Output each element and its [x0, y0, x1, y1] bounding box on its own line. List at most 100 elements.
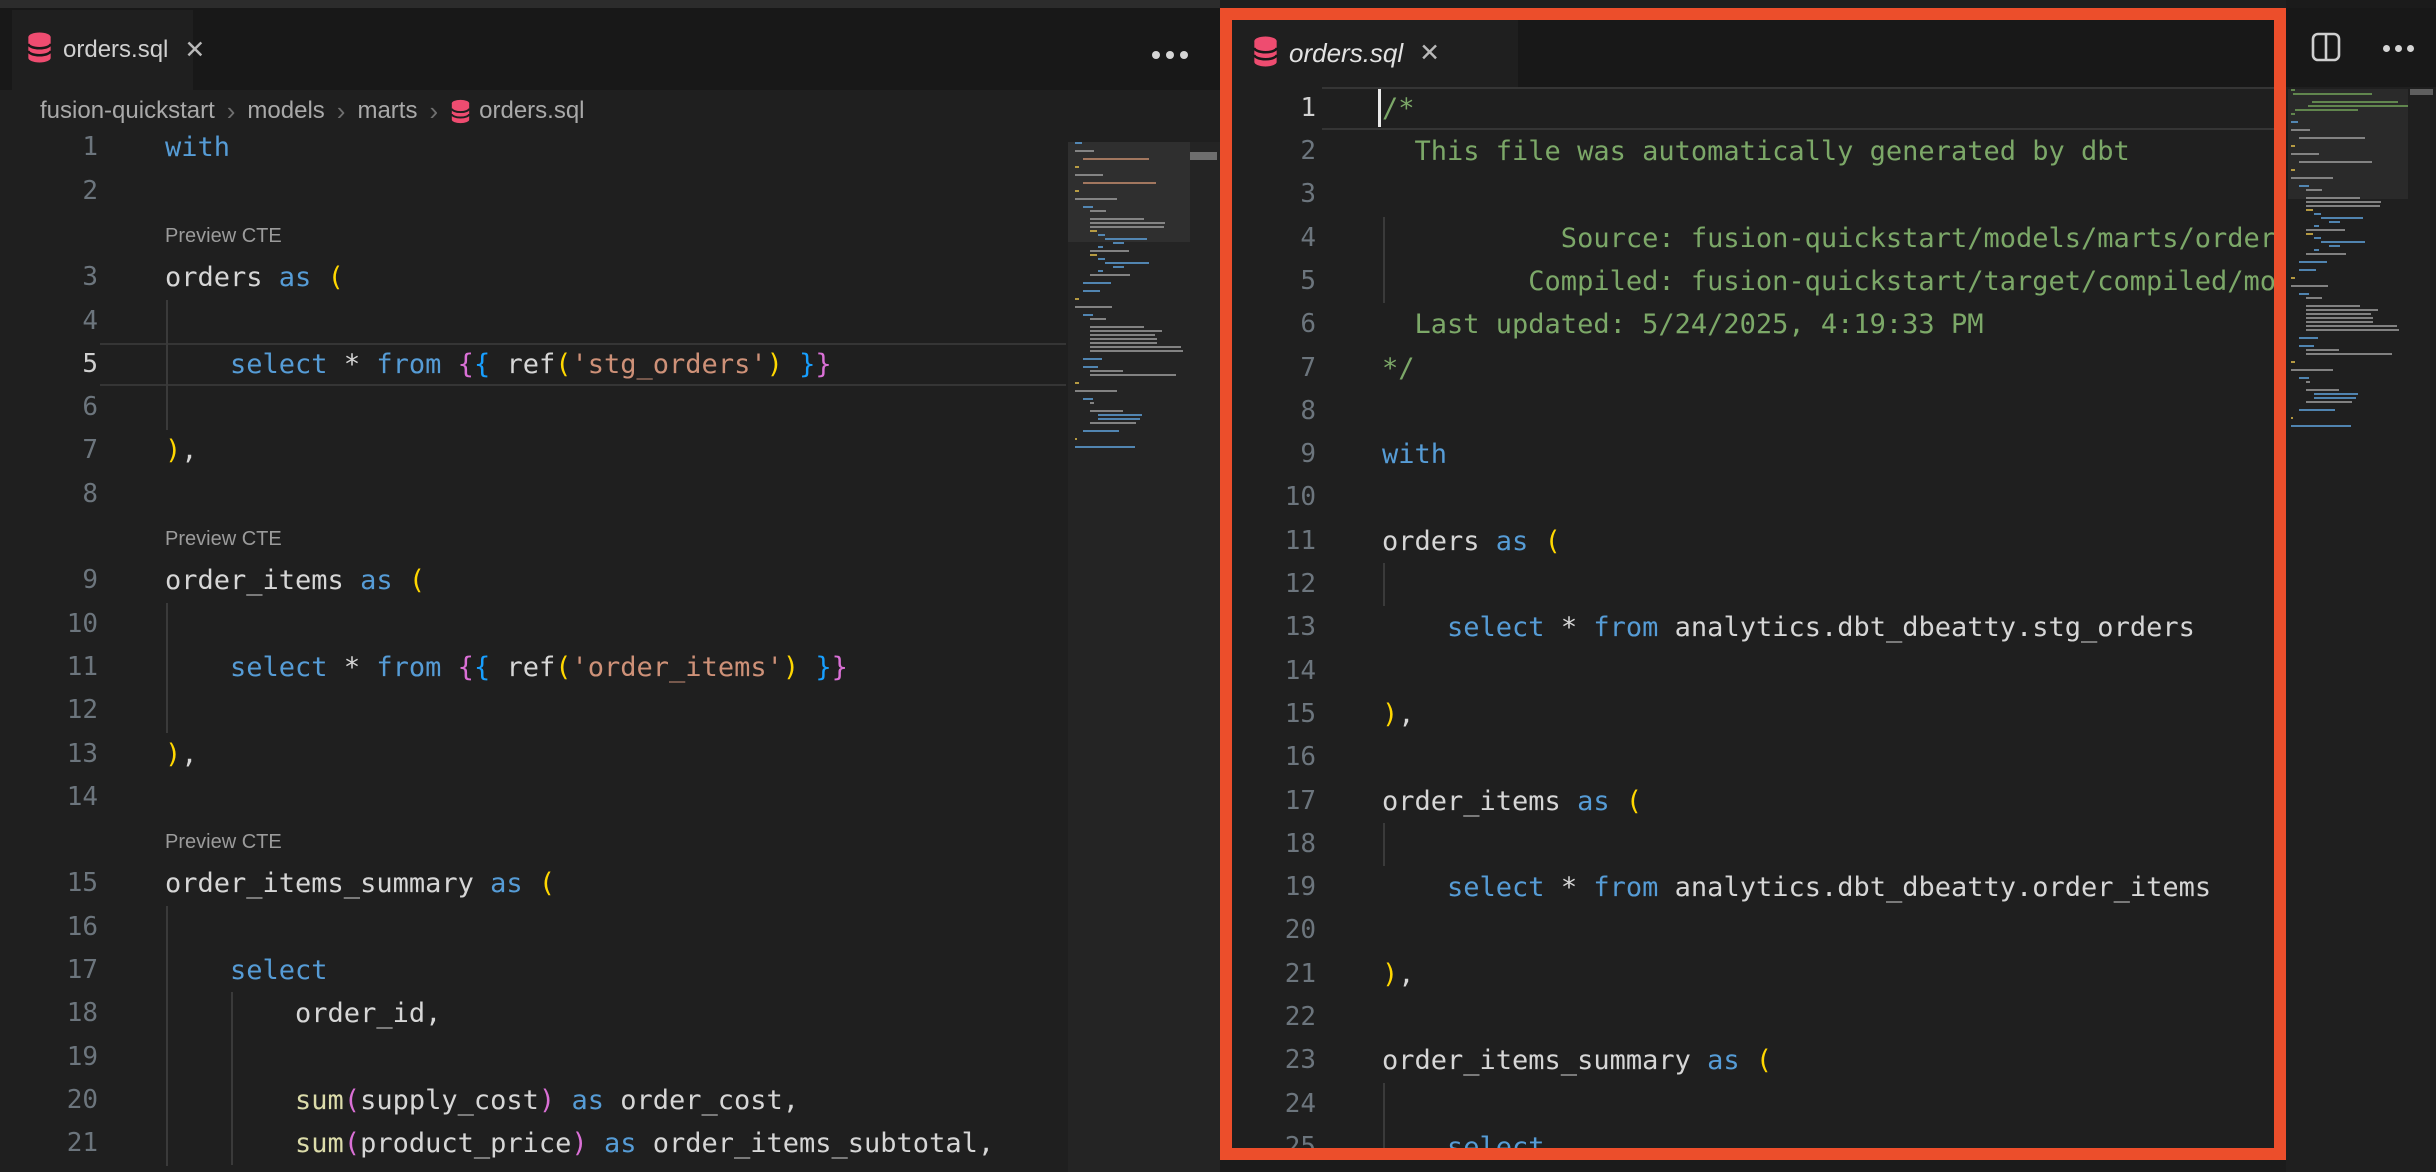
code-lens-preview-cte[interactable]: Preview CTE [165, 213, 282, 256]
minimap-line [2291, 285, 2328, 287]
code-line: 8 [1232, 390, 2274, 433]
code-line: 4 Source: fusion-quickstart/models/marts… [1232, 217, 2274, 260]
minimap-line [2312, 101, 2398, 103]
code-text: with [165, 126, 230, 169]
minimap-line [1105, 238, 1147, 240]
code-line: 14 [1232, 650, 2274, 693]
code-line: 22 [1232, 996, 2274, 1039]
code-text: Last updated: 5/24/2025, 4:19:33 PM [1382, 303, 1983, 346]
scrollbar-thumb[interactable] [1190, 152, 1217, 160]
minimap-line [1090, 422, 1136, 424]
code-line: 21), [1232, 953, 2274, 996]
line-number: 4 [1238, 217, 1316, 260]
minimap[interactable] [2288, 89, 2408, 439]
line-number: 19 [1238, 866, 1316, 909]
compiled-code-editor[interactable]: 1/*2 This file was automatically generat… [1232, 20, 2274, 1148]
code-line: 13), [0, 733, 1068, 776]
minimap-line [2306, 229, 2345, 231]
minimap-line [1090, 338, 1157, 340]
code-text: ), [1382, 693, 1415, 736]
minimap-line [1098, 234, 1105, 236]
code-text: order_items_summary as ( [165, 862, 555, 905]
minimap-line [1090, 342, 1157, 344]
minimap-line [2306, 205, 2380, 207]
minimap-line [1083, 290, 1101, 292]
minimap-line [1090, 218, 1144, 220]
more-actions-icon[interactable] [2378, 38, 2418, 58]
code-line: 18 order_id, [0, 992, 1068, 1035]
code-line: 16 [0, 906, 1068, 949]
minimap-line [1098, 270, 1103, 272]
minimap-line [2299, 337, 2318, 339]
code-line: 12 [1232, 563, 2274, 606]
minimap-line [1098, 246, 1103, 248]
left-editor[interactable]: 1with2Preview CTE3orders as (45 select *… [0, 0, 1068, 1172]
split-editor-icon[interactable] [2311, 32, 2341, 62]
minimap-line [2306, 381, 2310, 383]
text-cursor [1378, 89, 1381, 127]
minimap-line [2299, 345, 2315, 347]
minimap-line [2299, 269, 2317, 271]
minimap-line [1083, 314, 1094, 316]
line-number: 16 [20, 906, 98, 949]
code-text: select [1382, 1126, 1545, 1148]
minimap[interactable] [1068, 142, 1190, 462]
minimap-line [1075, 198, 1117, 200]
code-line: 10 [1232, 476, 2274, 519]
line-number: 9 [1238, 433, 1316, 476]
minimap-line [2299, 293, 2310, 295]
code-text: order_id, [165, 992, 441, 1035]
code-text: order_items as ( [165, 559, 425, 602]
code-text: select * from {{ ref('order_items') }} [165, 646, 848, 689]
code-line: 14 [0, 776, 1068, 819]
line-number: 11 [20, 646, 98, 689]
minimap-line [1090, 210, 1106, 212]
code-text: sum(supply_cost) as order_cost, [165, 1079, 799, 1122]
indent-guide [166, 300, 168, 430]
line-number: 17 [1238, 780, 1316, 823]
more-actions-icon[interactable] [1146, 38, 1194, 72]
line-number: 13 [20, 733, 98, 776]
minimap-line [1083, 366, 1099, 368]
minimap-line [2291, 113, 2295, 115]
minimap-line [1083, 182, 1157, 184]
minimap-line [2306, 305, 2360, 307]
line-number: 8 [20, 473, 98, 516]
line-number: 3 [1238, 173, 1316, 216]
minimap-line [1083, 358, 1102, 360]
line-number: 7 [1238, 347, 1316, 390]
line-number: 20 [20, 1079, 98, 1122]
minimap-line [2306, 233, 2313, 235]
right-pane: orders.sql ✕ 1/*2 This file was automati… [1232, 20, 2274, 1148]
code-line: 15), [1232, 693, 2274, 736]
code-line: 12 [0, 689, 1068, 732]
code-text: ), [165, 733, 198, 776]
indent-guide [231, 992, 233, 1165]
minimap-line [2314, 397, 2356, 399]
minimap-line [2291, 369, 2333, 371]
minimap-line [2306, 349, 2339, 351]
minimap-line [2306, 321, 2373, 323]
minimap-line [1098, 418, 1140, 420]
code-lens-preview-cte[interactable]: Preview CTE [165, 819, 282, 862]
minimap-line [2291, 361, 2295, 363]
line-number: 9 [20, 559, 98, 602]
minimap-line [1075, 382, 1079, 384]
minimap-line [2306, 329, 2399, 331]
scrollbar-thumb[interactable] [2410, 89, 2433, 95]
minimap-line [2321, 241, 2365, 243]
minimap-line [1075, 446, 1135, 448]
minimap-line [1098, 414, 1142, 416]
minimap-line [2314, 213, 2321, 215]
code-line: 9with [1232, 433, 2274, 476]
minimap-line [1075, 190, 1079, 192]
line-number: 10 [20, 603, 98, 646]
code-line: 3 [1232, 173, 2274, 216]
window-drag-strip [2286, 0, 2436, 8]
minimap-line [2306, 297, 2322, 299]
minimap-line [1090, 346, 1181, 348]
minimap-line [2306, 189, 2322, 191]
minimap-line [2314, 249, 2319, 251]
code-lens-preview-cte[interactable]: Preview CTE [165, 516, 282, 559]
minimap-line [2308, 105, 2408, 107]
